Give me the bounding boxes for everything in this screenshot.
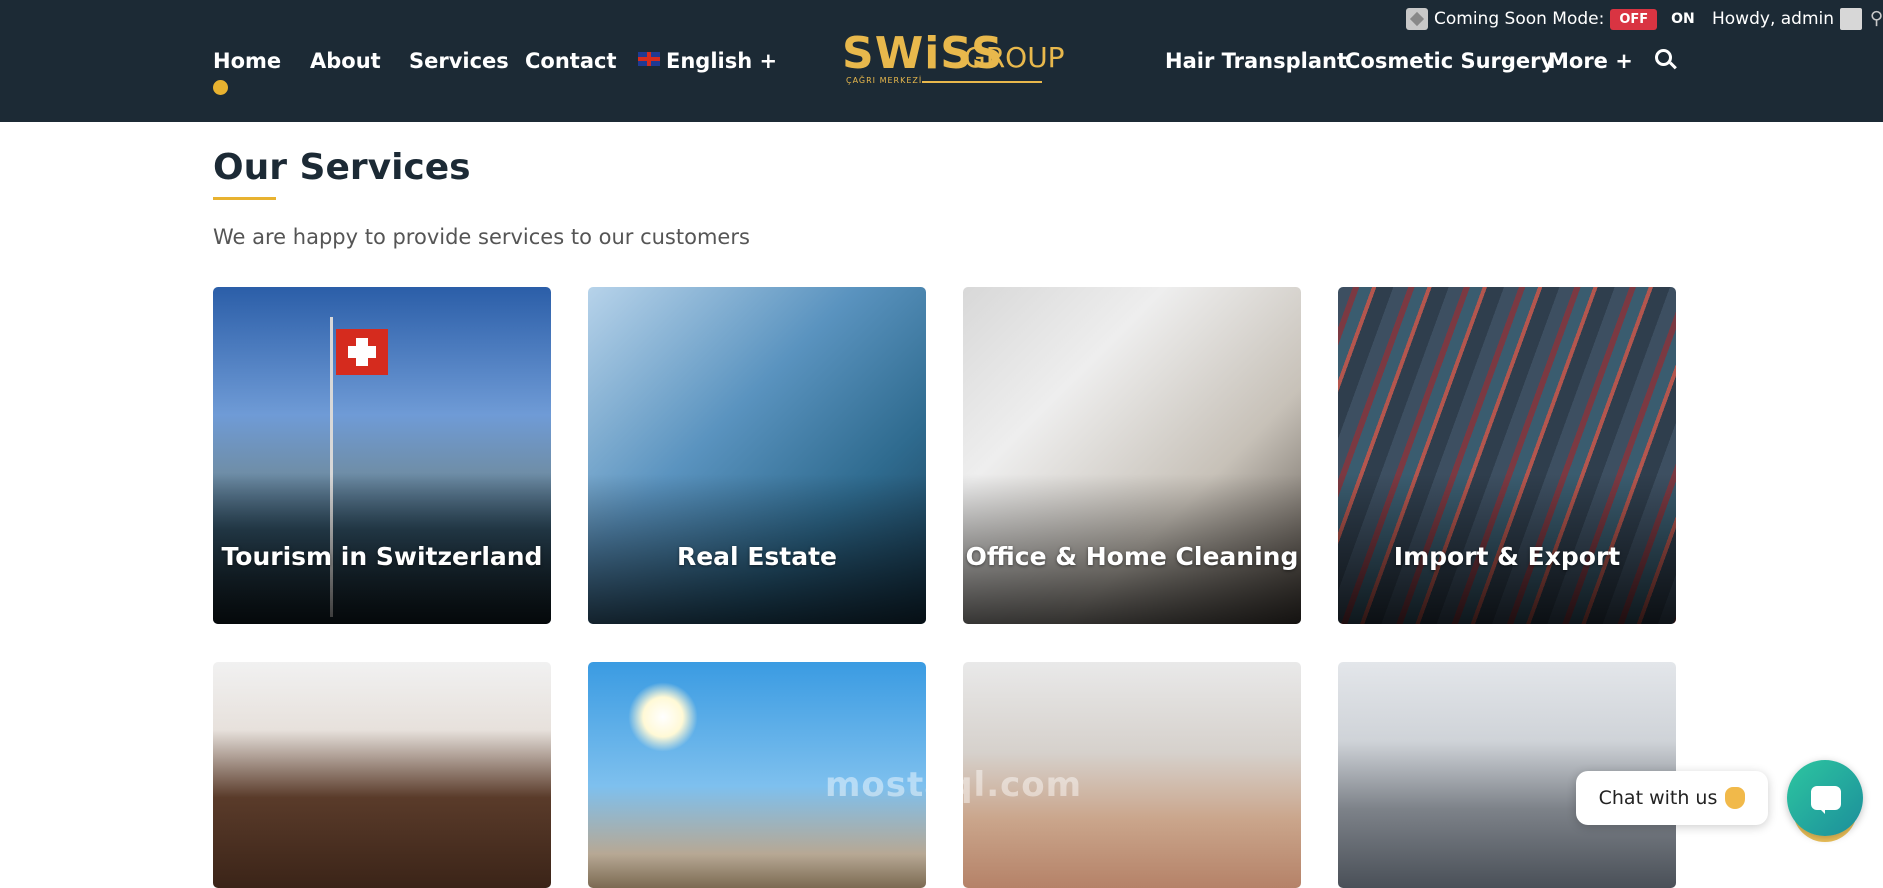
avatar bbox=[1840, 8, 1863, 30]
card-label: Office & Home Cleaning bbox=[965, 542, 1299, 571]
service-card-hair[interactable] bbox=[213, 662, 551, 888]
service-card-import-export[interactable]: Import & Export bbox=[1338, 287, 1676, 624]
chat-button[interactable] bbox=[1787, 760, 1863, 836]
nav-language[interactable]: English + bbox=[638, 49, 777, 73]
section-title: Our Services bbox=[213, 147, 471, 188]
uk-flag-icon bbox=[638, 52, 660, 66]
nav-about[interactable]: About bbox=[310, 49, 381, 73]
site-logo[interactable]: SWiSS GROUP ÇAĞRI MERKEZİ bbox=[842, 32, 1065, 88]
active-indicator bbox=[213, 80, 228, 95]
nav-hair-transplant[interactable]: Hair Transplant bbox=[1165, 49, 1347, 73]
card-label: Tourism in Switzerland bbox=[221, 542, 543, 571]
section-subtitle: We are happy to provide services to our … bbox=[213, 225, 750, 249]
service-card-tourism[interactable]: Tourism in Switzerland bbox=[213, 287, 551, 624]
site-header: Coming Soon Mode: OFF ON Howdy, admin ⚲ … bbox=[0, 0, 1883, 122]
language-label: English + bbox=[666, 49, 778, 73]
chat-icon bbox=[1811, 786, 1841, 814]
cube-icon bbox=[1406, 8, 1428, 30]
chat-prompt[interactable]: Chat with us bbox=[1576, 771, 1768, 825]
nav-cosmetic-surgery[interactable]: Cosmetic Surgery bbox=[1345, 49, 1554, 73]
logo-underline bbox=[922, 81, 1042, 83]
coming-soon-toggle[interactable]: Coming Soon Mode: OFF ON bbox=[1406, 8, 1695, 30]
search-icon[interactable] bbox=[1655, 49, 1672, 66]
swiss-flag-image bbox=[336, 329, 388, 375]
chat-label: Chat with us bbox=[1598, 787, 1718, 809]
howdy-account[interactable]: Howdy, admin bbox=[1712, 8, 1863, 30]
service-card-real-estate[interactable]: Real Estate bbox=[588, 287, 926, 624]
admin-search-icon[interactable]: ⚲ bbox=[1870, 8, 1883, 29]
howdy-label: Howdy, admin bbox=[1712, 9, 1835, 29]
nav-contact[interactable]: Contact bbox=[525, 49, 617, 73]
service-card-cleaning[interactable]: Office & Home Cleaning bbox=[963, 287, 1301, 624]
logo-group: GROUP bbox=[964, 41, 1065, 74]
coming-soon-label: Coming Soon Mode: bbox=[1434, 9, 1605, 29]
logo-subtitle: ÇAĞRI MERKEZİ bbox=[846, 76, 923, 85]
title-underline bbox=[213, 197, 276, 200]
sun-image bbox=[628, 682, 698, 752]
card-label: Real Estate bbox=[676, 542, 838, 571]
waving-hand-icon bbox=[1725, 787, 1746, 809]
on-label[interactable]: ON bbox=[1671, 11, 1695, 27]
card-label: Import & Export bbox=[1393, 542, 1621, 571]
admin-bar: Coming Soon Mode: OFF ON Howdy, admin ⚲ bbox=[0, 0, 1883, 36]
nav-more[interactable]: More + bbox=[1548, 49, 1633, 73]
nav-services[interactable]: Services bbox=[409, 49, 509, 73]
off-badge[interactable]: OFF bbox=[1610, 8, 1658, 30]
watermark: mostaql.com bbox=[825, 765, 1083, 805]
nav-home[interactable]: Home bbox=[213, 49, 281, 73]
